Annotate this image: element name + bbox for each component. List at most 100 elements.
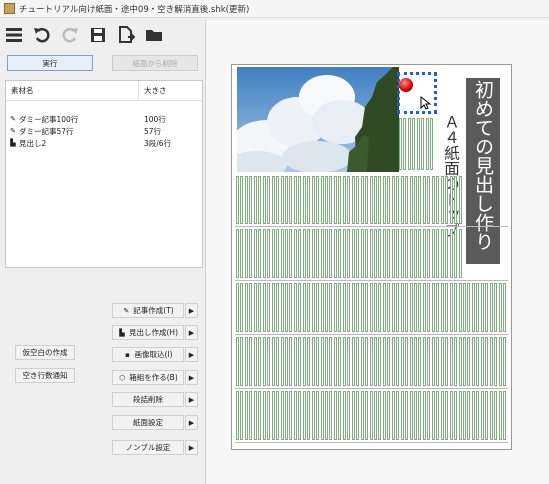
text-column [414,176,417,224]
text-column [240,176,244,224]
material-name: 見出し2 [19,138,47,148]
text-column [400,391,404,440]
redo-icon[interactable] [59,24,81,46]
table-row[interactable]: ✎ ダミー記事100行 100行 [6,113,202,125]
text-column [262,391,266,440]
text-column [400,283,404,332]
text-column [293,229,297,278]
text-column [454,283,458,332]
text-column [356,283,360,332]
page-settings-arrow-button[interactable]: ▶ [185,415,198,430]
text-column [284,391,288,440]
text-column [298,176,302,224]
text-column [431,337,435,386]
undo-icon[interactable] [31,24,53,46]
text-column [249,337,253,386]
text-column [369,391,373,440]
text-column [373,337,377,386]
text-column [418,229,422,278]
delete-column-gap-arrow-button[interactable]: ▶ [185,392,198,407]
text-column [276,283,280,332]
text-column [445,176,449,224]
sky-photo[interactable] [237,67,399,172]
save-icon[interactable] [87,24,109,46]
create-headline-button[interactable]: ▙ 見出し作成(H) [112,325,184,340]
open-folder-icon[interactable] [143,24,165,46]
text-column [302,229,306,278]
page-settings-button[interactable]: 紙面設定 [112,415,184,430]
text-column [351,283,355,332]
text-column [458,337,462,386]
create-article-button[interactable]: ✎ 記事作成(T) [112,303,184,318]
import-image-button[interactable]: ▪ 画像取込(I) [112,347,184,362]
page-number-settings-button[interactable]: ノンブル設定 [112,440,184,455]
column-header-name[interactable]: 素材名 [6,81,139,100]
text-column [258,229,262,278]
text-column [431,176,435,224]
text-column [467,283,471,332]
text-column [267,283,271,332]
table-row[interactable]: ▙ 見出し2 3段/6行 [6,137,202,149]
text-column [400,229,404,278]
text-column [436,391,440,440]
text-column [378,283,382,332]
chart-icon: ▙ [119,328,125,337]
pin-icon[interactable] [399,78,413,92]
create-headline-arrow-button[interactable]: ▶ [185,325,198,340]
text-column [284,229,288,278]
create-temp-space-button[interactable]: 仮空白の作成 [15,345,75,360]
column-header-size[interactable]: 大きさ [139,81,199,100]
text-column [289,391,293,440]
empty-line-notice-button[interactable]: 空き行数通知 [15,368,75,383]
text-column [253,176,257,224]
export-icon[interactable] [115,24,137,46]
text-column [333,283,337,332]
text-column [365,229,369,278]
text-column [253,283,257,332]
text-column [422,337,426,386]
text-column [276,176,280,224]
text-column [418,337,422,386]
create-article-arrow-button[interactable]: ▶ [185,303,198,318]
text-column [427,391,431,440]
materials-table: 素材名 大きさ ✎ ダミー記事100行 100行 ✎ ダミー記事57行 57行 ▙ 見… [5,80,203,268]
text-column [378,229,382,278]
text-column [440,283,444,332]
page-number-settings-arrow-button[interactable]: ▶ [185,440,198,455]
create-box-button[interactable]: ⬡ 箱組を作る(B) [112,370,184,385]
text-column [445,391,449,440]
text-column [244,337,248,386]
band-divider [235,334,508,335]
text-column [409,176,413,224]
text-column [338,283,342,332]
remove-from-page-button[interactable]: 紙面から削除 [112,55,198,71]
import-image-arrow-button[interactable]: ▶ [185,347,198,362]
create-box-arrow-button[interactable]: ▶ [185,370,198,385]
text-column [280,229,284,278]
text-column [342,283,346,332]
text-column [333,176,337,224]
text-column [258,176,262,224]
text-column [276,391,280,440]
title-bar: チュートリアル向け紙面・途中09・空き解消直後.shk(更新) [0,0,549,18]
menu-icon[interactable] [3,24,25,46]
text-column [407,118,411,170]
delete-column-gap-button[interactable]: 段詰削除 [112,392,184,407]
text-column [307,337,311,386]
execute-button[interactable]: 実行 [7,55,93,71]
text-column [503,283,506,332]
text-column [307,391,311,440]
text-column [485,391,489,440]
text-column [485,337,489,386]
text-column [329,283,333,332]
table-row[interactable]: ✎ ダミー記事57行 57行 [6,125,202,137]
text-column [302,337,306,386]
text-column [462,391,466,440]
text-column [325,229,328,278]
text-column [365,283,369,332]
text-column [436,337,440,386]
text-column [498,283,502,332]
text-column [440,229,444,278]
app-icon [4,3,15,14]
text-column [271,283,275,332]
